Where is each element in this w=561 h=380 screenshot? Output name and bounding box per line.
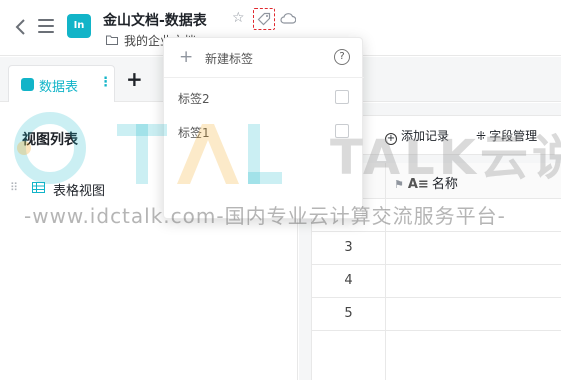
folder-icon (106, 35, 118, 45)
row-number: 4 (344, 273, 353, 288)
menu-icon[interactable] (38, 19, 54, 33)
more-vertical-icon[interactable]: ⋮ (99, 75, 112, 90)
tag-label: 标签1 (178, 126, 210, 140)
table-row[interactable]: 3 (312, 232, 561, 265)
new-tag-button[interactable]: + 新建标签 ? (164, 38, 364, 78)
new-tag-label: 新建标签 (205, 52, 254, 66)
tag-item[interactable]: 标签2 (164, 82, 364, 114)
tab-label: 数据表 (39, 80, 79, 95)
tag-label: 标签2 (178, 92, 210, 106)
add-tab-button[interactable]: + (126, 69, 143, 89)
plus-icon: + (179, 47, 194, 67)
watermark-url: -www.idctalk.com-国内专业云计算交流服务平台- (24, 204, 506, 228)
app-logo-icon: In (67, 14, 91, 38)
row-number: 5 (344, 306, 353, 321)
tab-datasheet[interactable]: 数据表 ⋮ (8, 65, 115, 102)
table-row[interactable]: 5 (312, 298, 561, 331)
view-label: 表格视图 (53, 184, 106, 199)
star-icon[interactable]: ☆ (232, 10, 245, 26)
view-list-title: 视图列表 (22, 132, 78, 148)
tag-checkbox[interactable] (335, 90, 349, 104)
cloud-sync-icon[interactable] (280, 11, 296, 25)
table-row[interactable]: 4 (312, 265, 561, 298)
tag-icon (257, 12, 271, 26)
datasheet-icon (21, 78, 34, 91)
drag-handle-icon[interactable]: ⠿ (10, 181, 18, 194)
grid-view-icon (32, 182, 45, 193)
help-icon[interactable]: ? (334, 49, 350, 65)
document-title[interactable]: 金山文档-数据表 (103, 10, 207, 30)
row-number: 3 (344, 240, 353, 255)
watermark-brand: TALK云说 (330, 130, 561, 186)
column-divider (385, 163, 386, 380)
tag-button[interactable] (253, 8, 275, 30)
back-icon[interactable] (14, 17, 28, 37)
